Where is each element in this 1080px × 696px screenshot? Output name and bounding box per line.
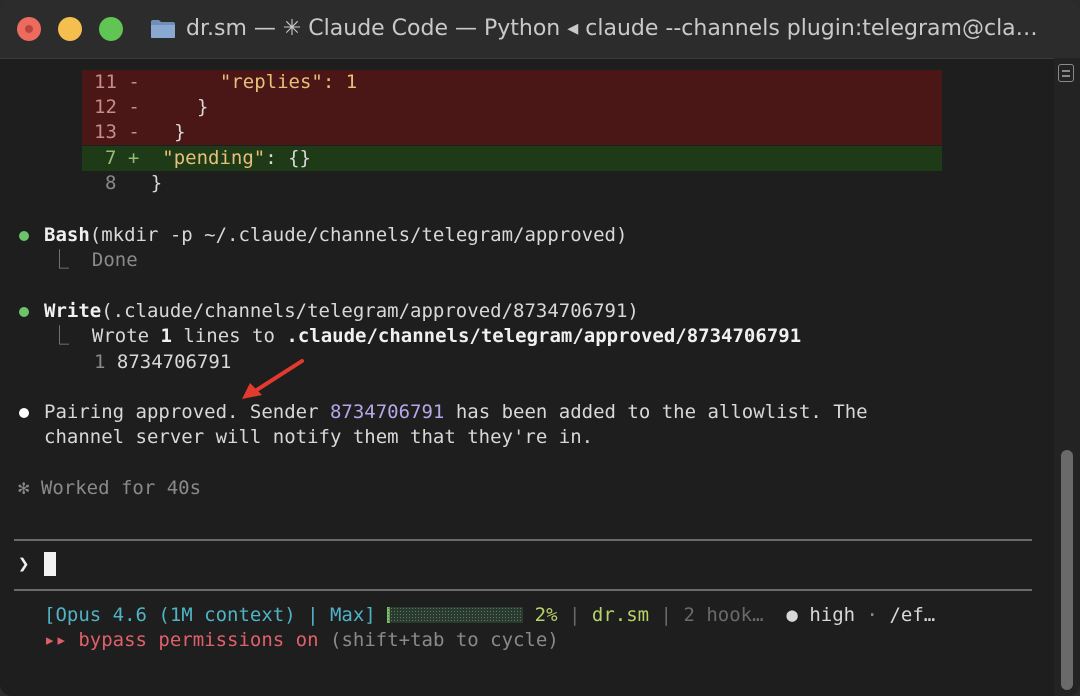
scroll-thumb[interactable]	[1061, 450, 1073, 690]
zoom-button[interactable]	[99, 17, 123, 41]
assistant-message-cont: channel server will notify them that the…	[44, 426, 594, 448]
title-bar: dr.sm — ✳ Claude Code — Python ◂ claude …	[0, 0, 1080, 59]
file-preview-line: 1 8734706791	[94, 351, 232, 373]
success-bullet	[19, 307, 29, 317]
minimize-button[interactable]	[58, 17, 82, 41]
window-title: dr.sm — ✳ Claude Code — Python ◂ claude …	[186, 16, 1038, 41]
assistant-message: Pairing approved. Sender 8734706791 has …	[44, 401, 868, 423]
prompt-input[interactable]	[44, 552, 56, 576]
spinner-icon: ✻	[18, 477, 30, 499]
terminal-output[interactable]: 11 - "replies": 1 12 - } 13 - } 7 + "pen…	[0, 58, 1054, 696]
permission-mode: ▸▸ bypass permissions on (shift+tab to c…	[44, 629, 559, 651]
input-divider-bottom	[14, 589, 1032, 591]
worked-status: ✻ Worked for 40s	[18, 477, 202, 499]
mode-arrows-icon: ▸▸	[44, 629, 67, 651]
diff-removed-row	[82, 120, 942, 145]
menu-icon[interactable]	[1058, 64, 1074, 82]
input-divider-top	[14, 539, 1032, 541]
tool-result-bash: ⎿ Done	[50, 249, 138, 271]
message-bullet	[19, 408, 29, 418]
success-bullet	[19, 231, 29, 241]
tool-result-write: ⎿ Wrote 1 lines to .claude/channels/tele…	[50, 325, 802, 347]
diff-line: 11 - "replies": 1	[94, 71, 358, 93]
tool-call-bash: Bash(mkdir -p ~/.claude/channels/telegra…	[44, 224, 628, 246]
context-usage-bar	[387, 607, 524, 623]
folder-icon	[151, 20, 175, 38]
annotation-arrow-icon	[242, 359, 304, 399]
diff-line: 8 }	[105, 172, 163, 194]
scrollbar[interactable]	[1054, 58, 1080, 696]
status-line: [Opus 4.6 (1M context) | Max] 2% | dr.sm…	[44, 604, 936, 626]
terminal-window: dr.sm — ✳ Claude Code — Python ◂ claude …	[0, 0, 1080, 696]
close-button[interactable]	[17, 17, 41, 41]
diff-removed-row	[82, 95, 942, 120]
tool-call-write: Write(.claude/channels/telegram/approved…	[44, 300, 639, 322]
diff-line: 13 - }	[94, 121, 186, 143]
effort-dot-icon: ●	[786, 604, 798, 626]
diff-line: 7 + "pending": {}	[105, 147, 311, 169]
diff-line: 12 - }	[94, 96, 209, 118]
prompt-chevron-icon: ❯	[18, 553, 30, 575]
